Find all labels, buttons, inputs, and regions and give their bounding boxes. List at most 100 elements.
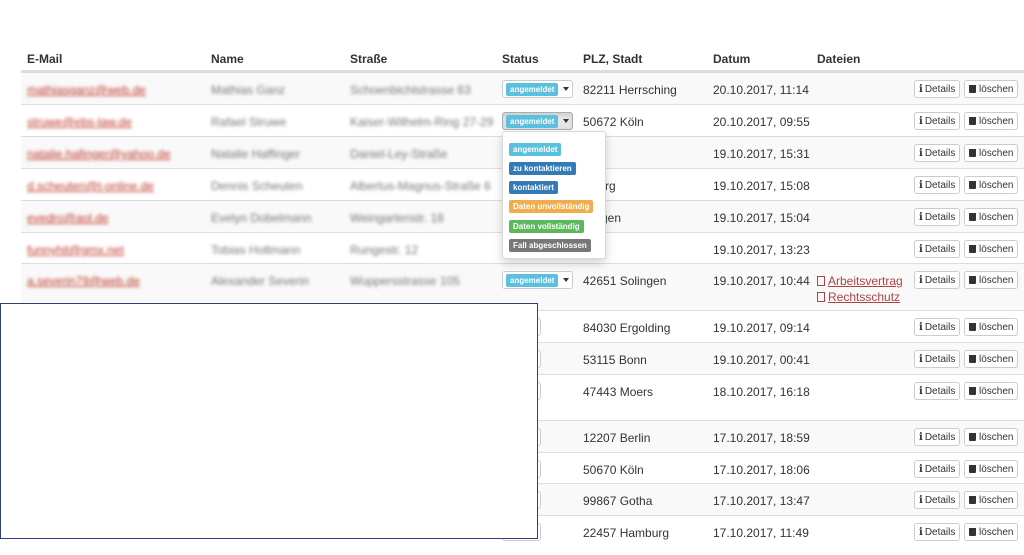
date-cell: 17.10.2017, 11:49 <box>713 526 809 540</box>
details-button[interactable]: i Details <box>914 428 961 446</box>
delete-label: löschen <box>979 211 1014 223</box>
plz-city-cell: 53115 Bonn <box>583 353 647 367</box>
date-cell: 19.10.2017, 00:41 <box>713 353 810 367</box>
delete-button[interactable]: löschen <box>964 112 1019 130</box>
email-link[interactable]: funnyhit@gmx.net <box>27 243 124 257</box>
date-cell: 19.10.2017, 15:04 <box>713 211 810 225</box>
status-badge: angemeldet <box>506 82 559 96</box>
status-option-label: angemeldet <box>509 143 562 156</box>
trash-icon <box>969 496 976 504</box>
details-button[interactable]: i Details <box>914 208 961 226</box>
details-button[interactable]: i Details <box>914 350 961 368</box>
details-label: Details <box>924 115 956 127</box>
status-option-fall-abgeschlossen[interactable]: Fall abgeschlossen <box>509 237 591 252</box>
delete-button[interactable]: löschen <box>964 428 1019 446</box>
plz-city-cell: 82211 Herrsching <box>583 83 677 97</box>
details-button[interactable]: i Details <box>914 318 961 336</box>
email-link[interactable]: d.scheuten@t-online.de <box>27 179 154 193</box>
status-dropdown-button[interactable]: angemeldet <box>502 80 574 98</box>
name-cell: Natalie Haffinger <box>211 147 301 161</box>
status-option-daten-unvollstaendig[interactable]: Daten unvollständig <box>509 198 594 213</box>
status-dropdown-button[interactable]: angemeldet <box>502 112 574 130</box>
date-cell: 20.10.2017, 09:55 <box>713 115 810 129</box>
details-label: Details <box>924 463 956 475</box>
trash-icon <box>969 245 976 253</box>
email-link[interactable]: evedro@aol.de <box>27 211 109 225</box>
status-option-zu-kontaktieren[interactable]: zu kontaktieren <box>509 160 576 175</box>
file-name: Rechtsschutz <box>828 290 901 304</box>
status-option-angemeldet[interactable]: angemeldet <box>509 141 562 156</box>
trash-icon <box>969 213 976 221</box>
delete-button[interactable]: löschen <box>964 240 1019 258</box>
col-header-email: E-Mail <box>27 52 63 66</box>
details-button[interactable]: i Details <box>914 523 961 541</box>
info-icon: i <box>919 463 923 475</box>
details-button[interactable]: i Details <box>914 382 961 400</box>
date-cell: 19.10.2017, 15:31 <box>713 147 810 161</box>
details-label: Details <box>924 274 956 286</box>
delete-label: löschen <box>979 353 1014 365</box>
col-header-street: Straße <box>350 52 388 66</box>
date-cell: 17.10.2017, 18:06 <box>713 463 810 477</box>
details-button[interactable]: i Details <box>914 112 961 130</box>
details-button[interactable]: i Details <box>914 240 961 258</box>
delete-label: löschen <box>979 115 1014 127</box>
email-link[interactable]: a.severin79@web.de <box>27 274 140 288</box>
delete-button[interactable]: löschen <box>964 382 1019 400</box>
delete-button[interactable]: löschen <box>964 80 1019 98</box>
caret-down-icon <box>563 119 570 123</box>
details-label: Details <box>924 526 956 538</box>
status-option-daten-vollstaendig[interactable]: Daten vollständig <box>509 218 584 233</box>
details-button[interactable]: i Details <box>914 460 961 478</box>
delete-button[interactable]: löschen <box>964 460 1019 478</box>
delete-button[interactable]: löschen <box>964 350 1019 368</box>
name-cell: Tobias Holtmann <box>211 243 301 257</box>
delete-label: löschen <box>979 526 1014 538</box>
trash-icon <box>969 355 976 363</box>
plz-city-cell: 12207 Berlin <box>583 431 651 445</box>
details-button[interactable]: i Details <box>914 176 961 194</box>
email-link[interactable]: mathiasganz@web.de <box>27 83 146 97</box>
street-cell: Albertus-Magnus-Straße 6 <box>350 179 491 193</box>
details-button[interactable]: i Details <box>914 491 961 509</box>
delete-button[interactable]: löschen <box>964 523 1019 541</box>
delete-button[interactable]: löschen <box>964 491 1019 509</box>
status-option-label: kontaktiert <box>509 181 558 194</box>
delete-button[interactable]: löschen <box>964 144 1019 162</box>
name-cell: Alexander Severin <box>211 274 310 288</box>
details-button[interactable]: i Details <box>914 80 961 98</box>
details-button[interactable]: i Details <box>914 271 961 289</box>
name-cell: Rafael Struwe <box>211 115 287 129</box>
details-label: Details <box>924 353 956 365</box>
delete-button[interactable]: löschen <box>964 318 1019 336</box>
street-cell: Kaiser-Wilhelm-Ring 27-29 <box>350 115 494 129</box>
details-label: Details <box>924 494 956 506</box>
redaction-box <box>0 303 538 539</box>
info-icon: i <box>919 353 923 365</box>
delete-label: löschen <box>979 83 1014 95</box>
info-icon: i <box>919 179 923 191</box>
col-header-name: Name <box>211 52 244 66</box>
delete-button[interactable]: löschen <box>964 176 1019 194</box>
delete-label: löschen <box>979 147 1014 159</box>
plz-city-cell: 50672 Köln <box>583 115 644 129</box>
status-option-label: zu kontaktieren <box>509 162 576 175</box>
delete-button[interactable]: löschen <box>964 208 1019 226</box>
info-icon: i <box>919 321 923 333</box>
email-link[interactable]: natalie.hafinger@yahoo.de <box>27 147 171 161</box>
status-badge: angemeldet <box>506 273 559 287</box>
file-link[interactable]: Rechtsschutz <box>817 290 900 304</box>
delete-label: löschen <box>979 385 1014 397</box>
trash-icon <box>969 323 976 331</box>
status-option-kontaktiert[interactable]: kontaktiert <box>509 179 558 194</box>
delete-button[interactable]: löschen <box>964 271 1019 289</box>
email-link[interactable]: struwe@ebs-law.de <box>27 115 132 129</box>
details-label: Details <box>924 385 956 397</box>
trash-icon <box>969 85 976 93</box>
trash-icon <box>969 465 976 473</box>
col-header-plz: PLZ, Stadt <box>583 52 643 66</box>
details-button[interactable]: i Details <box>914 144 961 162</box>
file-link[interactable]: Arbeitsvertrag <box>817 274 903 288</box>
details-label: Details <box>924 147 956 159</box>
status-dropdown-button[interactable]: angemeldet <box>502 271 574 289</box>
